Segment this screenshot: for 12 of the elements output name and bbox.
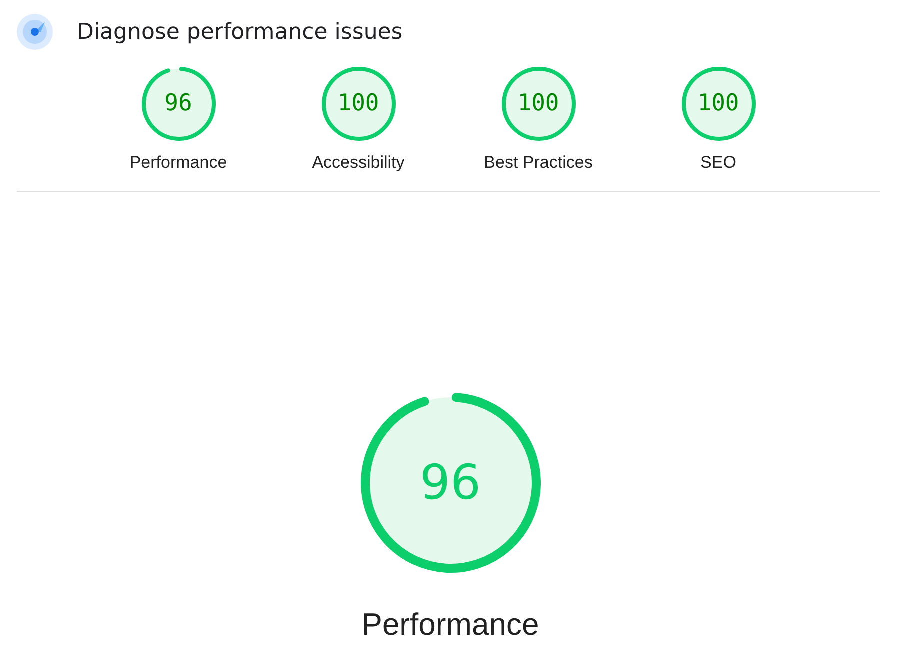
category-title: Performance — [362, 607, 540, 643]
score-value: 96 — [164, 92, 192, 116]
gauge-icon — [17, 14, 53, 50]
score-value: 100 — [698, 92, 740, 116]
category-label: SEO — [700, 153, 736, 173]
score-value: 96 — [420, 459, 482, 507]
score-value: 100 — [518, 92, 560, 116]
category-label: Performance — [130, 153, 228, 173]
section-title: Diagnose performance issues — [77, 20, 403, 44]
score-value: 100 — [338, 92, 380, 116]
category-label: Accessibility — [312, 153, 405, 173]
category-label: Best Practices — [484, 153, 593, 173]
